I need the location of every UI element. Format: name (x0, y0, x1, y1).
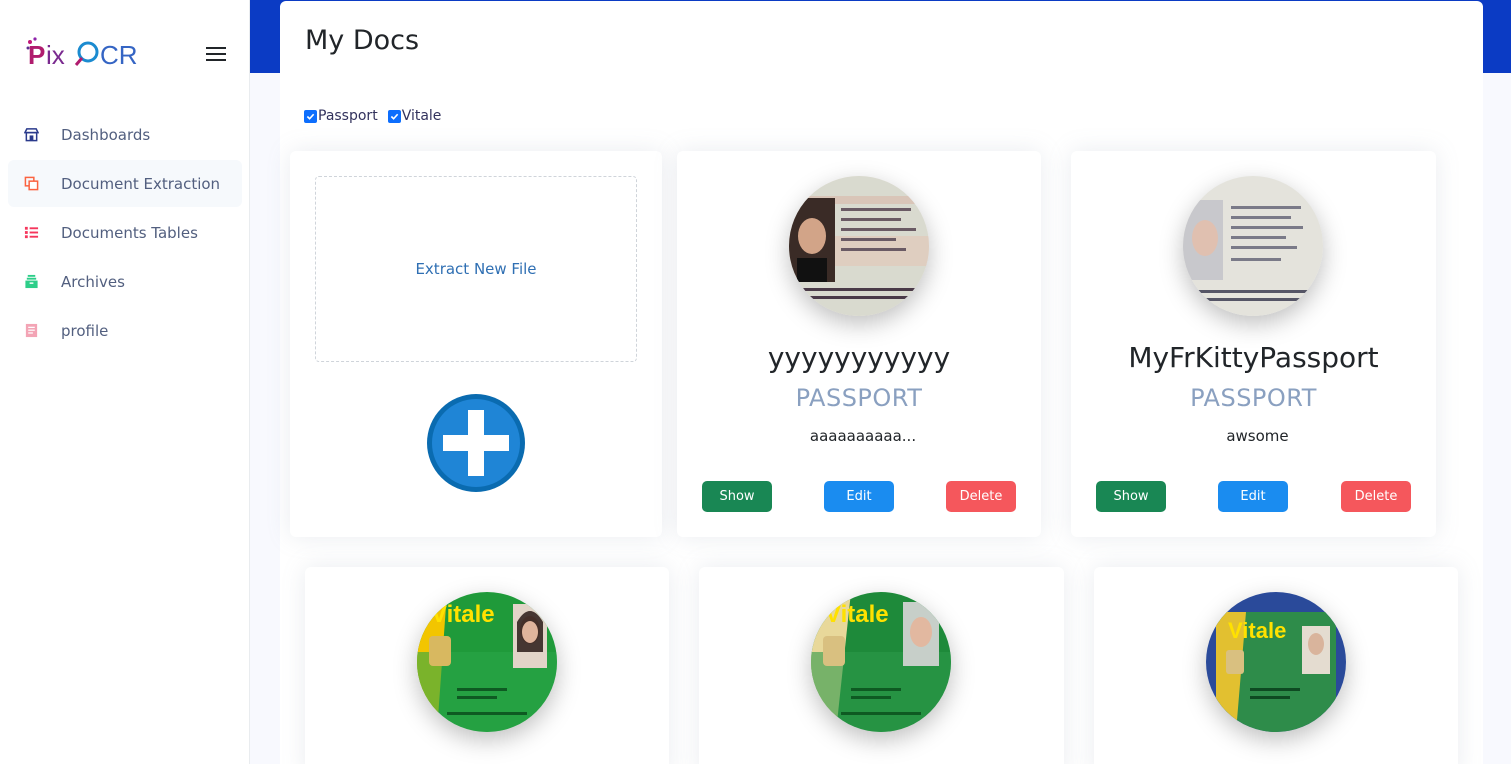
sidebar-item-label: Documents Tables (61, 223, 198, 242)
brand-logo[interactable]: P ix CR (24, 34, 144, 74)
vitale-brand: Vitale (1228, 618, 1286, 643)
vitale-thumbnail[interactable]: Vitale (1206, 592, 1346, 732)
sidebar-item-label: profile (61, 321, 109, 340)
vitale-thumbnail[interactable]: Vitale (811, 592, 951, 732)
shop-icon (23, 127, 39, 143)
edit-button[interactable]: Edit (1218, 481, 1288, 512)
archive-icon (23, 274, 39, 290)
filter-label: Vitale (401, 108, 442, 124)
upload-dropzone[interactable]: Extract New File (315, 176, 637, 362)
copy-icon (23, 176, 39, 192)
sidebar-item-archives[interactable]: Archives (8, 258, 242, 305)
sidebar-item-label: Document Extraction (61, 174, 221, 193)
sidebar-item-documents-tables[interactable]: Documents Tables (8, 209, 242, 256)
list-icon (23, 225, 39, 241)
vitale-thumbnail[interactable]: Vitale (417, 592, 557, 732)
sidebar-item-dashboards[interactable]: Dashboards (8, 111, 242, 158)
document-icon (23, 323, 39, 339)
page-title: My Docs (305, 25, 420, 56)
type-filters: Passport Vitale (304, 108, 451, 124)
show-button[interactable]: Show (1096, 481, 1166, 512)
edit-button[interactable]: Edit (824, 481, 894, 512)
filter-passport[interactable]: Passport (304, 108, 378, 124)
vitale-checkbox[interactable] (387, 109, 401, 123)
sidebar: P ix CR Dashboards Document Extraction D… (0, 0, 250, 764)
menu-toggle-icon[interactable] (206, 47, 226, 63)
passport-thumbnail[interactable] (789, 176, 929, 316)
sidebar-item-document-extraction[interactable]: Document Extraction (8, 160, 242, 207)
extract-new-file-link[interactable]: Extract New File (415, 260, 536, 278)
document-card: Vitale (305, 567, 669, 764)
document-card: MyFrKittyPassport PASSPORT awsome Show E… (1071, 151, 1436, 537)
show-button[interactable]: Show (702, 481, 772, 512)
upload-card: Extract New File (290, 151, 662, 537)
document-card: yyyyyyyyyyy PASSPORT aaaaaaaaaa... Show … (677, 151, 1041, 537)
vitale-brand: Vitale (431, 601, 495, 628)
add-file-button[interactable] (426, 393, 526, 493)
document-card: Vitale (699, 567, 1064, 764)
plus-circle-icon (427, 394, 525, 492)
svg-text:CR: CR (100, 40, 138, 70)
sidebar-item-label: Dashboards (61, 125, 151, 144)
sidebar-nav: Dashboards Document Extraction Documents… (8, 111, 242, 356)
document-type: PASSPORT (795, 384, 923, 412)
document-name: MyFrKittyPassport (1128, 341, 1379, 374)
sidebar-item-label: Archives (61, 272, 125, 291)
vitale-brand: Vitale (825, 601, 889, 628)
document-card: Vitale (1094, 567, 1458, 764)
document-name: yyyyyyyyyyy (767, 341, 951, 374)
delete-button[interactable]: Delete (946, 481, 1016, 512)
filter-vitale[interactable]: Vitale (387, 108, 442, 124)
document-description: aaaaaaaaaa... (809, 427, 917, 445)
svg-text:P: P (28, 40, 45, 70)
svg-text:ix: ix (46, 40, 65, 70)
passport-checkbox[interactable] (304, 109, 317, 123)
sidebar-item-profile[interactable]: profile (8, 307, 242, 354)
document-description: awsome (1226, 427, 1289, 445)
passport-thumbnail[interactable] (1183, 176, 1323, 316)
filter-label: Passport (318, 108, 378, 124)
delete-button[interactable]: Delete (1341, 481, 1411, 512)
document-type: PASSPORT (1190, 384, 1317, 412)
